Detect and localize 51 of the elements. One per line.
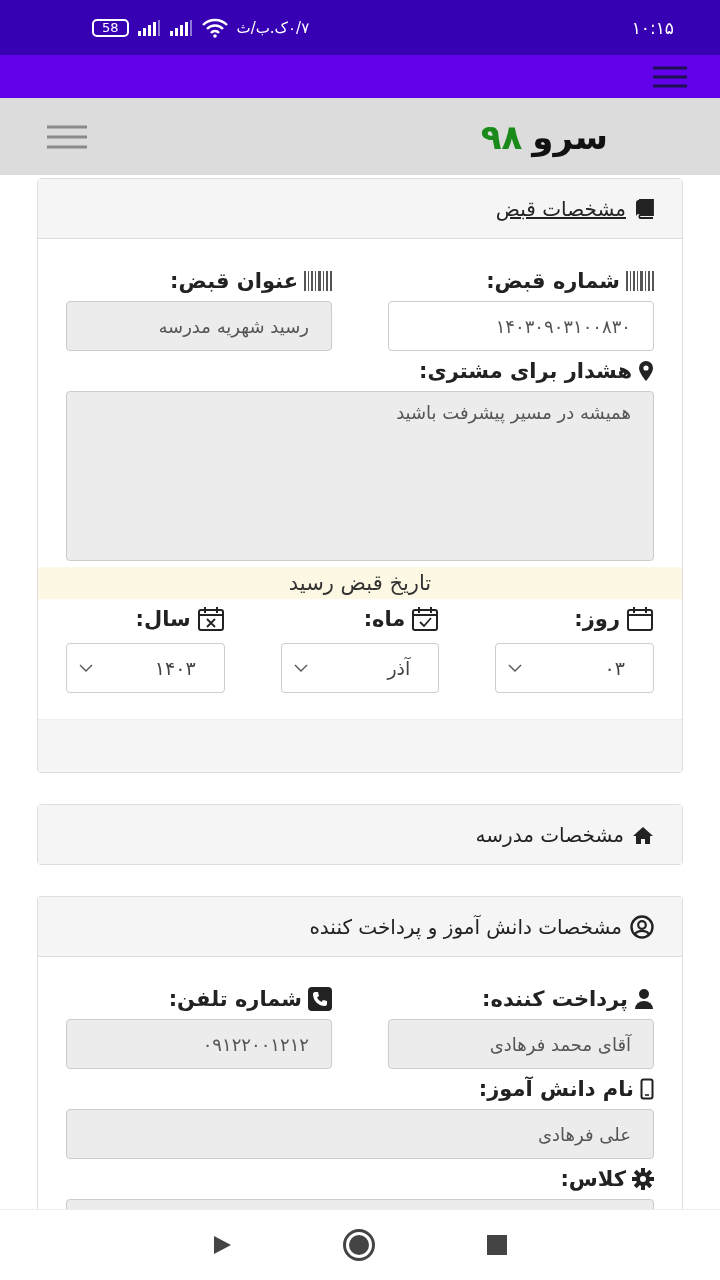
phone-icon <box>308 987 332 1011</box>
dropdown-select[interactable]: آذر <box>280 643 440 693</box>
chevron-down-icon <box>508 664 523 672</box>
field-label: سال: <box>135 607 191 631</box>
network-speed: ۰/۷ک.ب/ث <box>236 18 310 37</box>
field-label: ماه: <box>363 607 406 631</box>
field-label: عنوان قبض: <box>170 269 298 293</box>
mobile-phone-icon <box>640 1078 654 1100</box>
field-label: شماره تلفن: <box>168 987 302 1011</box>
chevron-down-icon <box>293 664 308 672</box>
calendar-icon <box>626 606 654 632</box>
dropdown-select[interactable]: ۱۴۰۳ <box>66 643 225 693</box>
brand-name: سرو <box>532 116 608 157</box>
dropdown-select[interactable]: ۰۳ <box>495 643 654 693</box>
date-banner: تاریخ قبض رسید <box>38 567 682 599</box>
user-circle-icon <box>630 914 654 939</box>
user-icon <box>634 988 654 1010</box>
home-icon <box>632 825 654 844</box>
input-field[interactable]: ۱۴۰۳۰۹۰۳۱۰۰۸۳۰ <box>388 301 654 351</box>
home-button[interactable] <box>342 1228 376 1262</box>
field-label: هشدار برای مشتری: <box>419 359 632 383</box>
menu-button[interactable] <box>46 124 88 149</box>
input-field[interactable]: ۰۹۱۲۲۰۰۱۲۱۲ <box>66 1019 332 1069</box>
field-label: روز: <box>574 607 620 631</box>
back-button[interactable] <box>212 1235 232 1255</box>
text-area[interactable]: همیشه در مسیر پیشرفت باشید <box>66 391 654 561</box>
input-field[interactable]: رسید شهریه مدرسه <box>66 301 332 351</box>
field-label: شماره قبض: <box>486 269 620 293</box>
gear-icon <box>632 1168 654 1190</box>
wifi-icon <box>200 17 229 38</box>
field-label: پرداخت کننده: <box>482 987 628 1011</box>
recents-button[interactable] <box>486 1234 508 1256</box>
battery-indicator: 58 <box>92 18 129 37</box>
map-pin-icon <box>638 360 654 382</box>
calendar-x-icon <box>196 606 225 632</box>
barcode-icon <box>626 271 654 291</box>
calendar-check-icon <box>411 606 440 632</box>
field-label: کلاس: <box>560 1167 626 1191</box>
section-title[interactable]: مشخصات مدرسه <box>475 822 624 847</box>
signal-icon <box>136 19 161 36</box>
input-field[interactable]: آقای محمد فرهادی <box>388 1019 654 1069</box>
section-title: مشخصات دانش آموز و پرداخت کننده <box>309 914 622 939</box>
signal-icon <box>168 19 193 36</box>
field-label: نام دانش آموز: <box>478 1077 634 1101</box>
barcode-icon <box>304 271 332 291</box>
input-field[interactable]: علی فرهادی <box>66 1109 654 1159</box>
receipt-section-link[interactable]: مشخصات قبض <box>495 196 626 221</box>
clock-time: ۱۰:۱۵ <box>631 17 674 38</box>
chevron-down-icon <box>79 664 93 672</box>
brand-number: ۹۸ <box>480 116 523 157</box>
book-icon <box>634 198 654 219</box>
